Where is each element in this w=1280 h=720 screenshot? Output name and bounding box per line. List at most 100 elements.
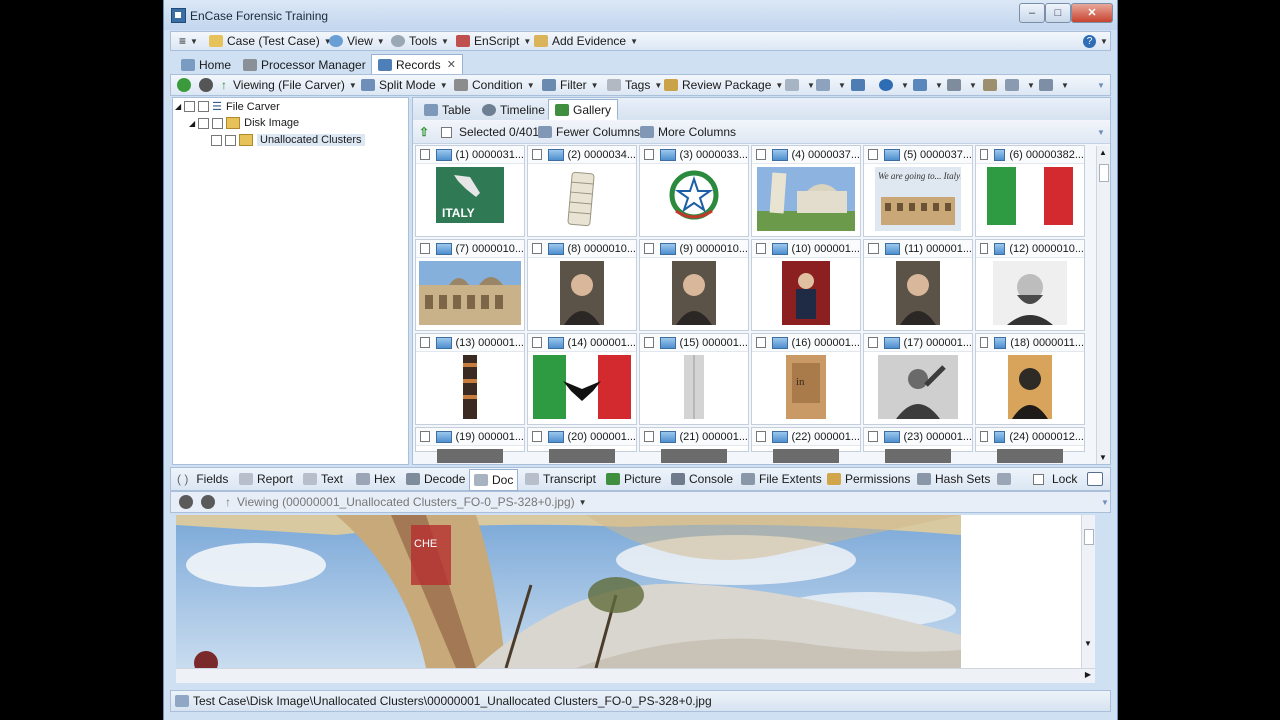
thumbnail-speech[interactable] (878, 355, 958, 422)
gallery-cell[interactable]: (16) 000001... in (751, 333, 861, 425)
close-tab-icon[interactable]: ✕ (447, 58, 456, 71)
thumbnail-partial[interactable] (549, 449, 615, 466)
gallery-checkbox[interactable] (644, 337, 655, 348)
tool-button-8[interactable]: ▼ (1005, 75, 1035, 95)
gallery-cell[interactable]: (17) 000001... (863, 333, 973, 425)
viewer-back-button[interactable] (179, 492, 199, 512)
gallery-checkbox[interactable] (980, 243, 989, 254)
tab-hex[interactable]: Hex (356, 468, 395, 490)
thumbnail-portrait[interactable] (896, 261, 940, 328)
tab-home[interactable]: Home (174, 54, 238, 75)
tab-hash-sets[interactable]: Hash Sets (917, 468, 990, 490)
fewer-columns-button[interactable]: Fewer Columns (538, 121, 640, 143)
tab-text[interactable]: Text (303, 468, 343, 490)
thumbnail-colosseum[interactable]: We are going to... Italy! (875, 167, 963, 234)
thumbnail-portrait-bw[interactable] (993, 261, 1067, 328)
gallery-checkbox[interactable] (420, 337, 431, 348)
menu-add-evidence[interactable]: Add Evidence ▼ (534, 32, 638, 50)
thumbnail-portrait-red[interactable] (782, 261, 830, 328)
review-package-dropdown[interactable]: Review Package ▼ (664, 75, 783, 95)
menu-case[interactable]: Case (Test Case) ▼ (209, 32, 332, 50)
title-bar[interactable]: EnCase Forensic Training – □ ✕ (164, 0, 1117, 30)
tree-checkbox[interactable] (198, 101, 210, 112)
gallery-toolbar-overflow[interactable]: ▼ (1093, 121, 1105, 143)
thumbnail-pisa-tower[interactable] (562, 167, 602, 230)
gallery-checkbox[interactable] (756, 149, 767, 160)
tree-node-disk-image[interactable]: ◢ Disk Image (189, 117, 299, 129)
gallery-checkbox[interactable] (644, 243, 655, 254)
viewer-path-dropdown[interactable]: ↑ Viewing (00000001_Unallocated Clusters_… (225, 492, 587, 512)
tab-file-extents[interactable]: File Extents (741, 468, 822, 490)
tab-console[interactable]: Console (671, 468, 733, 490)
select-all-checkbox[interactable] (441, 126, 452, 138)
tab-gallery[interactable]: Gallery (548, 99, 619, 120)
thumbnail-partial[interactable] (885, 449, 951, 466)
gallery-checkbox[interactable] (644, 431, 655, 442)
gallery-checkbox[interactable] (868, 149, 879, 160)
thumbnail-pisa-square[interactable] (757, 167, 855, 234)
thumbnail-partial[interactable] (997, 449, 1063, 466)
tab-records[interactable]: Records ✕ (371, 54, 463, 75)
thumbnail-venice[interactable] (419, 261, 521, 328)
thumbnail-italy-map[interactable]: ITALY (436, 167, 504, 226)
gallery-checkbox[interactable] (420, 431, 431, 442)
tab-fields[interactable]: ( ) Fields (177, 468, 228, 490)
scroll-up-icon[interactable]: ▲ (1099, 148, 1107, 157)
maximize-button[interactable]: □ (1045, 3, 1071, 23)
close-button[interactable]: ✕ (1071, 3, 1113, 23)
viewer-scroll-thumb[interactable] (1084, 529, 1094, 545)
tool-button-6[interactable]: ▼ (947, 75, 977, 95)
viewer-scrollbar[interactable]: ▼ (1081, 515, 1095, 668)
gallery-checkbox[interactable] (532, 431, 543, 442)
thumbnail-portrait[interactable] (672, 261, 716, 328)
viewer-hscrollbar[interactable]: ▶ (176, 668, 1095, 683)
gallery-checkbox[interactable] (980, 149, 989, 160)
gallery-checkbox[interactable] (644, 149, 655, 160)
thumbnail-partial[interactable] (437, 449, 503, 466)
thumbnail-flag-eagle[interactable] (533, 355, 631, 422)
thumbnail-gray-strip[interactable] (684, 355, 704, 422)
tool-button-9[interactable]: ▼ (1039, 75, 1069, 95)
gallery-cell[interactable]: (4) 0000037... (751, 145, 861, 237)
gallery-cell[interactable]: (8) 0000010... (527, 239, 637, 331)
gallery-checkbox[interactable] (980, 337, 989, 348)
tab-transcript[interactable]: Transcript (525, 468, 596, 490)
gallery-cell[interactable]: (13) 000001... (415, 333, 525, 425)
scroll-down-icon[interactable]: ▼ (1084, 639, 1092, 648)
tree-node-file-carver[interactable]: ◢ ☰ File Carver (175, 100, 280, 114)
minimize-button[interactable]: – (1019, 3, 1045, 23)
scroll-right-icon[interactable]: ▶ (1085, 670, 1091, 679)
gallery-checkbox[interactable] (420, 243, 431, 254)
thumbnail-portrait-dark[interactable] (1008, 355, 1052, 422)
gallery-cell[interactable]: (14) 000001... (527, 333, 637, 425)
tool-button-4[interactable]: ▼ (879, 75, 909, 95)
tab-doc[interactable]: Doc (469, 469, 519, 491)
gallery-checkbox[interactable] (868, 431, 879, 442)
viewer-forward-button[interactable] (201, 492, 221, 512)
gallery-cell[interactable]: (6) 00000382... (975, 145, 1085, 237)
gallery-checkbox[interactable] (868, 243, 879, 254)
gallery-cell[interactable]: (1) 0000031... ITALY (415, 145, 525, 237)
gallery-cell[interactable]: (12) 0000010... (975, 239, 1085, 331)
gallery-checkbox[interactable] (532, 243, 543, 254)
gallery-cell[interactable]: (22) 000001... (751, 427, 861, 463)
pin-button[interactable] (997, 468, 1015, 490)
restore-pane-button[interactable] (1087, 468, 1107, 490)
gallery-scrollbar[interactable]: ▲ ▼ (1096, 146, 1110, 464)
gallery-cell[interactable]: (9) 0000010... (639, 239, 749, 331)
thumbnail-partial[interactable] (773, 449, 839, 466)
tree-checkbox[interactable] (211, 134, 222, 146)
gallery-checkbox[interactable] (756, 243, 767, 254)
tool-button-7[interactable] (983, 75, 1001, 95)
scroll-thumb[interactable] (1099, 164, 1109, 182)
tree-checkbox[interactable] (198, 117, 210, 129)
condition-dropdown[interactable]: Condition ▼ (454, 75, 535, 95)
tree-checkbox[interactable] (225, 134, 236, 146)
gallery-checkbox[interactable] (532, 149, 543, 160)
menu-view[interactable]: View ▼ (329, 32, 385, 50)
scroll-down-icon[interactable]: ▼ (1099, 453, 1107, 462)
thumbnail-strip[interactable] (463, 355, 477, 422)
thumbnail-portrait[interactable] (560, 261, 604, 328)
gallery-checkbox[interactable] (980, 431, 989, 442)
tab-permissions[interactable]: Permissions (827, 468, 910, 490)
